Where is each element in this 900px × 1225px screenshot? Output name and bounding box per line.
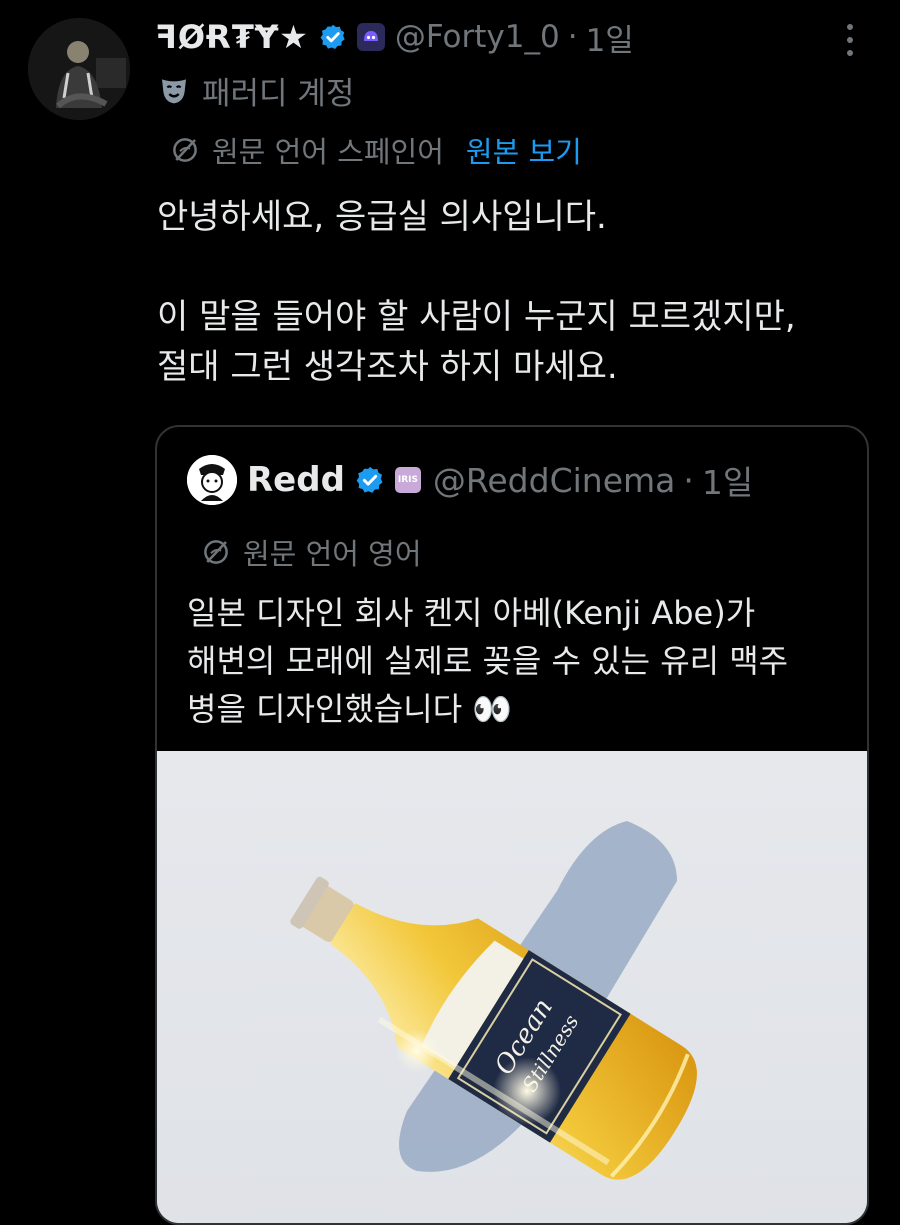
quoted-author-avatar[interactable] xyxy=(187,455,237,505)
quoted-text-line: 해변의 모래에 실제로 꽂을 수 있는 유리 맥주 xyxy=(187,642,789,680)
more-options-icon[interactable] xyxy=(836,20,864,60)
tweet-text-line: 절대 그런 생각조차 하지 마세요. xyxy=(157,347,618,387)
quoted-media-image[interactable]: Ocean Stillness xyxy=(157,751,867,1223)
affiliate-badge-icon[interactable] xyxy=(356,23,385,51)
beer-bottle-image: Ocean Stillness xyxy=(157,751,867,1223)
verified-badge-icon[interactable] xyxy=(319,23,347,51)
translate-globe-icon xyxy=(173,138,197,162)
quoted-tweet-card[interactable]: Redd IRIS @ReddCinema · 1일 원문 언어 영어 일본 디… xyxy=(155,425,869,1225)
parody-account-label: 패러디 계정 xyxy=(158,70,355,112)
separator-dot: · xyxy=(567,19,578,55)
tweet-body: 안녕하세요, 응급실 의사입니다. 이 말을 들어야 할 사람이 누군지 모르겠… xyxy=(157,192,857,392)
parody-mask-icon xyxy=(162,79,186,104)
quoted-text-line: 일본 디자인 회사 켄지 아베(Kenji Abe)가 xyxy=(187,594,756,632)
tweet-header: ꟻØɌ₮Ɏ★ @Forty1_0 · 1일 xyxy=(155,14,634,60)
show-original-link[interactable]: 원본 보기 xyxy=(466,129,582,171)
author-avatar[interactable] xyxy=(28,18,130,120)
quoted-display-name[interactable]: Redd xyxy=(247,460,345,500)
affiliate-badge-icon[interactable]: IRIS xyxy=(394,467,421,493)
translate-globe-icon xyxy=(204,540,228,564)
tweet-text-line: 안녕하세요, 응급실 의사입니다. xyxy=(157,197,607,237)
quoted-tweet-header: Redd IRIS @ReddCinema · 1일 xyxy=(247,455,753,505)
quoted-text-line: 병을 디자인했습니다 👀 xyxy=(187,690,513,728)
quoted-avatar-image xyxy=(187,455,237,505)
verified-badge-icon[interactable] xyxy=(355,465,385,495)
translation-bar: 원문 언어 스페인어 원본 보기 xyxy=(170,130,582,170)
author-display-name[interactable]: ꟻØɌ₮Ɏ★ xyxy=(155,18,309,56)
parody-label-text: 패러디 계정 xyxy=(202,75,355,112)
author-handle[interactable]: @Forty1_0 xyxy=(395,19,560,55)
tweet-timestamp[interactable]: 1일 xyxy=(586,15,634,60)
quoted-timestamp[interactable]: 1일 xyxy=(702,456,753,504)
quoted-tweet-body: 일본 디자인 회사 켄지 아베(Kenji Abe)가 해변의 모래에 실제로 … xyxy=(187,589,857,733)
quoted-translation-note: 원문 언어 영어 xyxy=(243,537,422,571)
tweet-text-line: 이 말을 들어야 할 사람이 누군지 모르겠지만, xyxy=(157,297,796,337)
quoted-handle[interactable]: @ReddCinema xyxy=(433,461,675,500)
quoted-translation-bar: 원문 언어 영어 xyxy=(201,532,422,572)
author-avatar-image xyxy=(28,18,130,120)
separator-dot: · xyxy=(683,460,694,500)
translation-note: 원문 언어 스페인어 xyxy=(212,135,444,169)
